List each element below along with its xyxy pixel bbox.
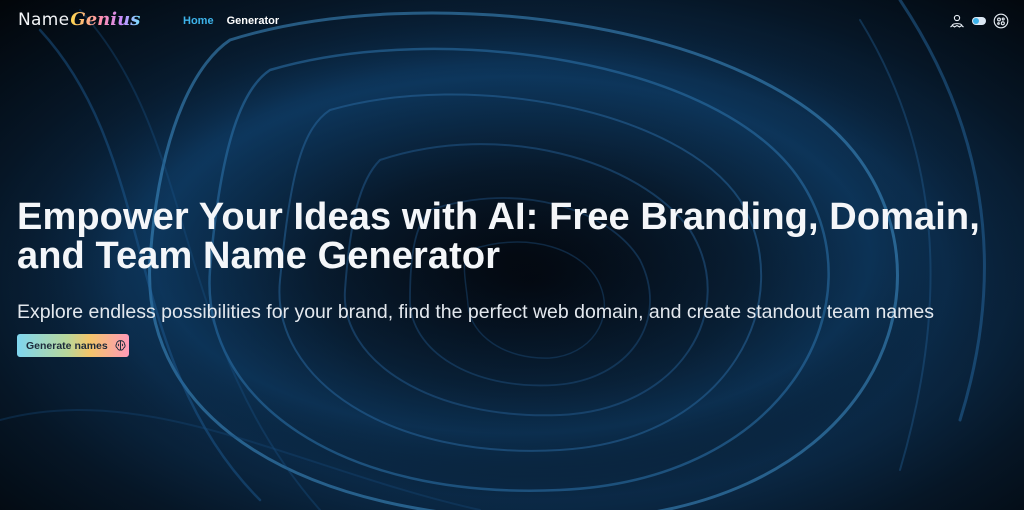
- top-navigation: Name Genius Home Generator: [0, 0, 1024, 44]
- logo[interactable]: Name Genius: [18, 10, 140, 40]
- logo-name-text: Name: [18, 10, 70, 30]
- toggle-knob: [973, 18, 979, 24]
- generate-names-label: Generate names: [26, 339, 108, 352]
- nav-link-home[interactable]: Home: [183, 15, 214, 27]
- hero-section: Empower Your Ideas with AI: Free Brandin…: [17, 198, 1012, 324]
- nav-actions: [949, 13, 1009, 29]
- generate-names-button[interactable]: Generate names: [17, 334, 129, 357]
- team-icon[interactable]: [949, 13, 965, 29]
- logo-genius-text: Genius: [70, 9, 141, 30]
- hero-title: Empower Your Ideas with AI: Free Brandin…: [17, 196, 980, 277]
- theme-toggle[interactable]: [972, 17, 986, 25]
- nav-link-generator[interactable]: Generator: [227, 15, 280, 27]
- nav-links: Home Generator: [183, 15, 279, 27]
- settings-icon[interactable]: [993, 13, 1009, 29]
- brain-icon: [114, 339, 127, 352]
- page: Name Genius Home Generator Empower Your …: [0, 0, 1024, 510]
- hero-subtitle: Explore endless possibilities for your b…: [17, 301, 935, 323]
